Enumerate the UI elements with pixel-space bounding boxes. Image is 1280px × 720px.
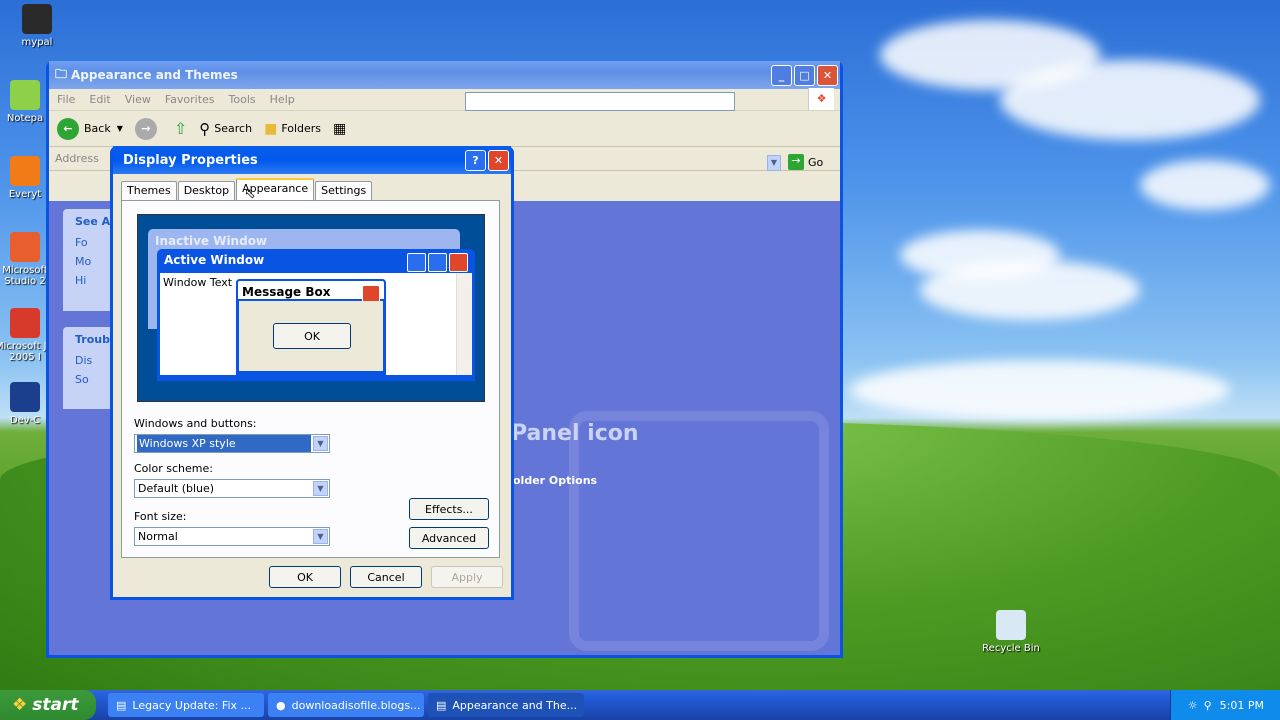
appearance-preview: Inactive Window Active Window Window Tex… bbox=[137, 214, 485, 402]
forward-arrow-icon: → bbox=[134, 117, 157, 140]
ie-icon: ▤ bbox=[116, 698, 127, 712]
everything-icon bbox=[10, 156, 40, 186]
windows-logo: ❖ bbox=[808, 88, 834, 110]
windows-buttons-label: Windows and buttons: bbox=[134, 417, 257, 430]
preview-minimize-icon bbox=[407, 253, 426, 272]
task-downloadisofile[interactable]: ● downloadisofile.blogs... bbox=[268, 693, 424, 717]
color-scheme-label: Color scheme: bbox=[134, 462, 213, 475]
back-button[interactable]: ← Back ▼ bbox=[57, 117, 123, 140]
views-button[interactable]: ▦ bbox=[333, 121, 346, 137]
preview-message-box: Message Box OK bbox=[236, 279, 386, 375]
notepad-icon bbox=[10, 80, 40, 110]
chevron-down-icon: ▼ bbox=[313, 436, 328, 451]
folders-icon: ■ bbox=[264, 120, 278, 137]
explorer-title: Appearance and Themes bbox=[71, 68, 238, 82]
clock[interactable]: 5:01 PM bbox=[1220, 699, 1264, 712]
dialog-title: Display Properties bbox=[123, 152, 258, 168]
desktop-icon-mypal[interactable]: mypal bbox=[6, 4, 68, 48]
tab-themes[interactable]: Themes bbox=[121, 181, 177, 200]
menu-edit[interactable]: Edit bbox=[89, 93, 110, 106]
dialog-titlebar[interactable]: Display Properties ? ✕ bbox=[113, 146, 511, 174]
search-button[interactable]: ⚲ Search bbox=[199, 120, 252, 138]
menu-view[interactable]: View bbox=[125, 93, 151, 106]
folder-icon: ▤ bbox=[436, 698, 447, 712]
desktop-icon-recycle-bin[interactable]: Recycle Bin bbox=[980, 610, 1042, 654]
go-button[interactable]: → Go bbox=[788, 154, 823, 170]
chevron-down-icon: ▼ bbox=[313, 529, 328, 544]
color-scheme-select[interactable]: Default (blue) ▼ bbox=[134, 479, 330, 498]
folder-up-icon: ⇧ bbox=[173, 119, 188, 138]
task-legacy-update[interactable]: ▤ Legacy Update: Fix ... bbox=[108, 693, 264, 717]
menu-tools[interactable]: Tools bbox=[229, 93, 256, 106]
back-arrow-icon: ← bbox=[57, 117, 79, 140]
taskbar: ❖ start ▤ Legacy Update: Fix ... ● download… bbox=[0, 690, 1280, 720]
menu-help[interactable]: Help bbox=[270, 93, 295, 106]
search-icon[interactable]: ⚲ bbox=[1204, 699, 1212, 712]
search-icon: ⚲ bbox=[199, 119, 211, 138]
maximize-button[interactable]: □ bbox=[794, 64, 815, 86]
preview-scrollbar bbox=[456, 273, 472, 375]
forward-button[interactable]: → bbox=[134, 117, 162, 140]
mypal-icon bbox=[22, 4, 52, 34]
views-icon: ▦ bbox=[333, 120, 347, 137]
preview-window-text: Window Text bbox=[163, 276, 233, 289]
help-button[interactable]: ? bbox=[465, 149, 486, 171]
appearance-panel: Inactive Window Active Window Window Tex… bbox=[121, 200, 500, 558]
tab-settings[interactable]: Settings bbox=[315, 181, 373, 200]
preview-active-window: Active Window Window Text Message Box OK bbox=[157, 249, 475, 381]
cloud bbox=[920, 260, 1140, 320]
advanced-button[interactable]: Advanced bbox=[409, 527, 489, 549]
preview-maximize-icon bbox=[428, 253, 447, 272]
network-icon[interactable]: ☼ bbox=[1188, 699, 1198, 712]
ok-button[interactable]: OK bbox=[269, 566, 341, 588]
cloud bbox=[1000, 60, 1260, 140]
windows-buttons-select[interactable]: Windows XP style ▼ bbox=[134, 434, 330, 453]
mouse-cursor-icon: ⬁ bbox=[244, 186, 256, 202]
browser-icon: ● bbox=[276, 698, 286, 712]
explorer-titlebar[interactable]: 🗀 Appearance and Themes _ □ ✕ bbox=[49, 61, 840, 89]
pick-control-panel-heading: Panel icon bbox=[511, 421, 639, 446]
font-size-label: Font size: bbox=[134, 510, 187, 523]
cancel-button[interactable]: Cancel bbox=[350, 566, 422, 588]
preview-ok-button: OK bbox=[273, 323, 351, 349]
jsharp-icon bbox=[10, 308, 40, 338]
devcpp-icon bbox=[10, 382, 40, 412]
effects-button[interactable]: Effects... bbox=[409, 498, 489, 520]
chevron-down-icon: ▼ bbox=[116, 124, 123, 133]
standard-toolbar: ← Back ▼ → ⇧ ⚲ Search ■ Folders ▦ bbox=[49, 111, 840, 147]
menu-favorites[interactable]: Favorites bbox=[165, 93, 215, 106]
system-tray: ☼ ⚲ 5:01 PM bbox=[1170, 690, 1280, 720]
recycle-bin-icon bbox=[996, 610, 1026, 640]
start-button[interactable]: ❖ start bbox=[0, 690, 96, 720]
folder-icon: 🗀 bbox=[55, 66, 68, 81]
minimize-button[interactable]: _ bbox=[771, 64, 792, 86]
cloud bbox=[850, 360, 1230, 420]
chevron-down-icon: ▼ bbox=[313, 481, 328, 496]
preview-close-icon bbox=[449, 253, 468, 272]
checkmark-watermark-icon bbox=[569, 411, 829, 651]
font-size-select[interactable]: Normal ▼ bbox=[134, 527, 330, 546]
windows-flag-icon: ❖ bbox=[12, 695, 28, 715]
close-button[interactable]: ✕ bbox=[817, 64, 838, 86]
dialog-body: Themes Desktop Appearance Settings Inact… bbox=[113, 174, 511, 597]
folder-options-link[interactable]: older Options bbox=[513, 474, 597, 487]
folders-button[interactable]: ■ Folders bbox=[264, 121, 321, 137]
apply-button[interactable]: Apply bbox=[431, 566, 503, 588]
address-dropdown[interactable]: ▼ bbox=[767, 155, 781, 171]
address-input[interactable] bbox=[465, 92, 735, 111]
dialog-close-button[interactable]: ✕ bbox=[488, 149, 509, 171]
visual-studio-icon bbox=[10, 232, 40, 262]
tab-desktop[interactable]: Desktop bbox=[177, 181, 236, 200]
cloud bbox=[1140, 160, 1270, 210]
go-arrow-icon: → bbox=[788, 154, 804, 170]
up-button[interactable]: ⇧ bbox=[174, 119, 187, 138]
task-appearance-themes[interactable]: ▤ Appearance and The... bbox=[428, 693, 584, 717]
menu-file[interactable]: File bbox=[57, 93, 75, 106]
display-properties-dialog: Display Properties ? ✕ Themes Desktop Ap… bbox=[110, 146, 514, 600]
